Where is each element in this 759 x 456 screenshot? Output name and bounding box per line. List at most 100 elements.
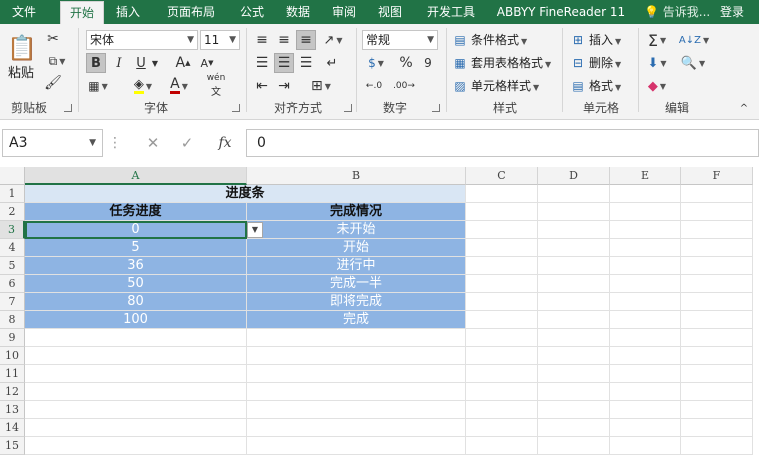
row-header[interactable]: 1 bbox=[0, 185, 25, 203]
cut-icon[interactable]: ✂ bbox=[44, 30, 62, 48]
column-header-f[interactable]: F bbox=[681, 167, 753, 185]
tab-abbyy[interactable]: ABBYY FineReader 11 bbox=[494, 0, 628, 24]
grid-cell[interactable] bbox=[610, 203, 681, 221]
chevron-down-icon[interactable]: ▼ bbox=[150, 53, 160, 73]
row-header[interactable]: 9 bbox=[0, 329, 25, 347]
grid-cell[interactable] bbox=[466, 383, 538, 401]
row-header[interactable]: 2 bbox=[0, 203, 25, 221]
cell-styles-button[interactable]: ▨ 单元格样式 ▼ bbox=[452, 76, 539, 96]
delete-cells-button[interactable]: ⊟ 删除 ▼ bbox=[570, 53, 621, 73]
number-launcher-icon[interactable] bbox=[432, 104, 440, 112]
row-header[interactable]: 10 bbox=[0, 347, 25, 365]
column-header-e[interactable]: E bbox=[610, 167, 681, 185]
comma-style-button[interactable]: 9 bbox=[418, 53, 438, 73]
fill-icon[interactable]: ⬇ ▼ bbox=[644, 53, 670, 73]
column-header-c[interactable]: C bbox=[466, 167, 538, 185]
row-header[interactable]: 14 bbox=[0, 419, 25, 437]
grid-cell[interactable] bbox=[25, 437, 247, 455]
sign-in-link[interactable]: 登录 bbox=[720, 0, 744, 24]
font-launcher-icon[interactable] bbox=[232, 104, 240, 112]
wrap-text-icon[interactable]: ↵ bbox=[322, 53, 342, 73]
column-header-b[interactable]: B bbox=[247, 167, 466, 185]
increase-decimal-icon[interactable]: ←.0 bbox=[362, 76, 386, 96]
grid-cell[interactable] bbox=[466, 293, 538, 311]
progress-value-cell[interactable]: 0 bbox=[25, 221, 247, 239]
insert-cells-button[interactable]: ⊞ 插入 ▼ bbox=[570, 30, 621, 50]
grid-cell[interactable] bbox=[466, 437, 538, 455]
insert-function-button[interactable]: fx bbox=[212, 131, 238, 155]
grid-cell[interactable] bbox=[247, 437, 466, 455]
grid-cell[interactable] bbox=[538, 275, 610, 293]
shrink-font-button[interactable]: A ▼ bbox=[198, 53, 216, 73]
confirm-entry-button[interactable]: ✓ bbox=[174, 131, 200, 155]
grow-font-button[interactable]: A ▲ bbox=[174, 53, 192, 73]
grid-cell[interactable] bbox=[681, 365, 753, 383]
tab-insert[interactable]: 插入 bbox=[108, 0, 148, 24]
row-header[interactable]: 7 bbox=[0, 293, 25, 311]
grid-cell[interactable] bbox=[538, 185, 610, 203]
grid-cell[interactable] bbox=[538, 257, 610, 275]
find-select-icon[interactable]: 🔍 ▼ bbox=[680, 53, 706, 73]
grid-cell[interactable] bbox=[538, 203, 610, 221]
row-header[interactable]: 8 bbox=[0, 311, 25, 329]
autosum-icon[interactable]: Σ ▼ bbox=[644, 30, 670, 50]
orientation-icon[interactable]: ↗ ▼ bbox=[320, 30, 346, 50]
row-header[interactable]: 15 bbox=[0, 437, 25, 455]
tab-file[interactable]: 文件 bbox=[4, 0, 44, 24]
progress-value-cell[interactable]: 80 bbox=[25, 293, 247, 311]
grid-cell[interactable] bbox=[538, 293, 610, 311]
header-cell-progress[interactable]: 任务进度 bbox=[25, 203, 247, 221]
grid-cell[interactable] bbox=[466, 347, 538, 365]
decrease-indent-icon[interactable]: ⇤ bbox=[252, 76, 272, 96]
select-all-corner[interactable] bbox=[0, 167, 25, 185]
grid-cell[interactable] bbox=[466, 185, 538, 203]
grid-cell[interactable] bbox=[538, 311, 610, 329]
grid-cell[interactable] bbox=[538, 401, 610, 419]
align-center-icon[interactable]: ☰ bbox=[274, 53, 294, 73]
grid-cell[interactable] bbox=[681, 311, 753, 329]
copy-icon[interactable]: ⧉ ▼ bbox=[44, 52, 70, 70]
decrease-decimal-icon[interactable]: .00→ bbox=[392, 76, 416, 96]
merge-center-icon[interactable]: ⊞ ▼ bbox=[306, 76, 336, 96]
name-box[interactable]: A3 ▼ bbox=[2, 129, 103, 157]
bold-button[interactable]: B bbox=[86, 53, 106, 73]
grid-cell[interactable] bbox=[466, 239, 538, 257]
progress-value-cell[interactable]: 100 bbox=[25, 311, 247, 329]
grid-cell[interactable] bbox=[610, 365, 681, 383]
progress-value-cell[interactable]: 36 bbox=[25, 257, 247, 275]
grid-cell[interactable] bbox=[247, 329, 466, 347]
grid-cell[interactable] bbox=[610, 185, 681, 203]
tab-page-layout[interactable]: 页面布局 bbox=[156, 0, 226, 24]
row-header[interactable]: 5 bbox=[0, 257, 25, 275]
grid-cell[interactable] bbox=[610, 437, 681, 455]
status-cell[interactable]: 开始 bbox=[247, 239, 466, 257]
grid-cell[interactable] bbox=[538, 437, 610, 455]
grid-cell[interactable] bbox=[538, 365, 610, 383]
grid-cell[interactable] bbox=[681, 203, 753, 221]
format-as-table-button[interactable]: ▦ 套用表格格式 ▼ bbox=[452, 53, 551, 73]
grid-cell[interactable] bbox=[610, 329, 681, 347]
grid-cell[interactable] bbox=[610, 275, 681, 293]
grid-cell[interactable] bbox=[681, 383, 753, 401]
grid-cell[interactable] bbox=[247, 365, 466, 383]
row-header[interactable]: 4 bbox=[0, 239, 25, 257]
grid-cell[interactable] bbox=[466, 365, 538, 383]
font-color-button[interactable]: A ▼ bbox=[166, 76, 192, 96]
grid-cell[interactable] bbox=[25, 365, 247, 383]
grid-cell[interactable] bbox=[538, 347, 610, 365]
grid-cell[interactable] bbox=[610, 257, 681, 275]
grid-cell[interactable] bbox=[610, 221, 681, 239]
number-format-combo[interactable]: 常规 ▼ bbox=[362, 30, 438, 50]
borders-icon[interactable]: ▦ ▼ bbox=[86, 76, 110, 96]
fill-color-icon[interactable]: ◈ ▼ bbox=[130, 76, 156, 96]
grid-cell[interactable] bbox=[610, 347, 681, 365]
grid-cell[interactable] bbox=[466, 329, 538, 347]
tell-me-box[interactable]: 💡 告诉我... bbox=[644, 0, 710, 24]
grid-cell[interactable] bbox=[466, 275, 538, 293]
grid-cell[interactable] bbox=[681, 401, 753, 419]
conditional-format-button[interactable]: ▤ 条件格式 ▼ bbox=[452, 30, 527, 50]
underline-button[interactable]: U bbox=[132, 53, 150, 73]
font-size-combo[interactable]: 11 ▼ bbox=[200, 30, 240, 50]
row-header[interactable]: 12 bbox=[0, 383, 25, 401]
grid-cell[interactable] bbox=[681, 437, 753, 455]
